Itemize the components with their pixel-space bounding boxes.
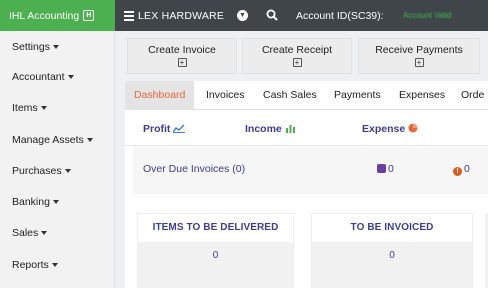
sidebar-item-manage-assets[interactable]: Manage Assets xyxy=(12,134,93,146)
profit-link[interactable]: Profit xyxy=(143,123,186,135)
summary-row: Profit Income Expense xyxy=(125,110,488,146)
caret-down-icon xyxy=(51,263,58,268)
tab-dashboard[interactable]: Dashboard xyxy=(125,81,195,110)
overdue-count-red: ! 0 xyxy=(453,163,470,176)
brand-name: IHL Accounting xyxy=(9,9,80,22)
caret-down-icon xyxy=(52,45,59,50)
receive-payments-button[interactable]: Receive Payments + xyxy=(358,38,480,74)
tab-cash-sales[interactable]: Cash Sales xyxy=(263,81,317,110)
plus-square-icon: + xyxy=(292,58,302,67)
sidebar-item-items[interactable]: Items xyxy=(12,102,47,114)
plus-square-icon: + xyxy=(177,58,187,67)
hamburger-icon xyxy=(124,9,134,23)
caret-down-icon xyxy=(52,200,59,205)
sidebar: Settings Accountant Items Manage Assets … xyxy=(0,31,115,288)
items-to-be-delivered-card[interactable]: ITEMS TO BE DELIVERED 0 xyxy=(137,213,294,288)
caret-down-icon xyxy=(86,138,93,143)
plus-square-icon: + xyxy=(414,58,424,67)
caret-down-icon xyxy=(67,75,74,80)
alert-icon: ! xyxy=(453,167,462,176)
sidebar-item-purchases[interactable]: Purchases xyxy=(12,165,71,177)
tab-invoices[interactable]: Invoices xyxy=(206,81,245,110)
tab-bar: Dashboard Invoices Cash Sales Payments E… xyxy=(125,81,488,110)
overdue-invoices-row: Over Due Invoices (0) 0 ! 0 xyxy=(133,147,488,194)
caret-down-icon xyxy=(64,169,71,174)
line-chart-icon xyxy=(172,124,186,133)
tab-payments[interactable]: Payments xyxy=(334,81,381,110)
caret-down-icon xyxy=(41,231,48,236)
card-value: 0 xyxy=(312,242,472,288)
sidebar-item-accountant[interactable]: Accountant xyxy=(12,71,74,83)
account-status: Account Valid xyxy=(403,11,452,20)
card-value: 0 xyxy=(138,242,293,288)
tab-expenses[interactable]: Expenses xyxy=(399,81,445,110)
create-invoice-button[interactable]: Create Invoice + xyxy=(127,38,237,74)
top-bar: IHL Accounting H LEX HARDWARE ▼ Account … xyxy=(0,0,488,31)
caret-down-icon xyxy=(40,106,47,111)
quick-actions: Create Invoice + Create Receipt + Receiv… xyxy=(115,31,488,78)
main-content: Create Invoice + Create Receipt + Receiv… xyxy=(115,31,488,288)
sidebar-item-settings[interactable]: Settings xyxy=(12,41,59,53)
sidebar-item-sales[interactable]: Sales xyxy=(12,227,48,239)
brand-logo[interactable]: IHL Accounting H xyxy=(0,0,115,31)
chevron-down-icon[interactable]: ▼ xyxy=(237,10,248,21)
phone-icon xyxy=(377,164,386,173)
dashboard-panel: Profit Income Expense Over Due Invoices … xyxy=(125,110,488,288)
company-menu[interactable]: LEX HARDWARE xyxy=(124,0,224,31)
card-title: ITEMS TO BE DELIVERED xyxy=(152,222,279,233)
to-be-invoiced-card[interactable]: TO BE INVOICED 0 xyxy=(311,213,473,288)
sidebar-item-banking[interactable]: Banking xyxy=(12,196,59,208)
pie-chart-icon xyxy=(408,123,418,133)
income-link[interactable]: Income xyxy=(245,123,297,135)
overdue-invoices-link[interactable]: Over Due Invoices (0) xyxy=(143,163,245,175)
create-receipt-button[interactable]: Create Receipt + xyxy=(242,38,352,74)
company-name: LEX HARDWARE xyxy=(138,9,225,22)
account-id: Account ID(SC39): xyxy=(296,9,384,22)
sidebar-item-reports[interactable]: Reports xyxy=(12,259,58,271)
overdue-count-purple: 0 xyxy=(377,163,394,175)
card-title: TO BE INVOICED xyxy=(350,222,434,233)
bar-chart-icon xyxy=(285,125,295,133)
search-icon[interactable] xyxy=(266,9,278,21)
brand-badge-icon: H xyxy=(83,10,95,21)
tab-orders[interactable]: Orde xyxy=(461,81,484,110)
expense-link[interactable]: Expense xyxy=(362,123,418,135)
